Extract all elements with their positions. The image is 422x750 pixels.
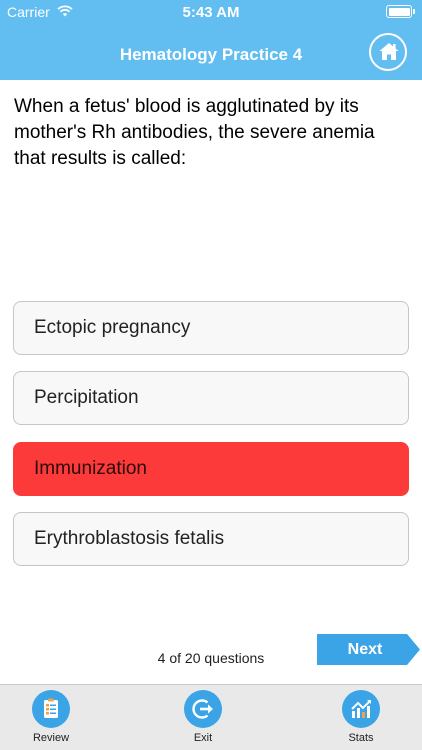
home-icon	[379, 43, 399, 60]
battery-icon	[386, 5, 415, 18]
answer-option-1[interactable]: Ectopic pregnancy	[13, 301, 409, 355]
stats-chart-icon	[342, 690, 380, 728]
review-clipboard-icon	[32, 690, 70, 728]
tab-stats[interactable]: Stats	[321, 685, 401, 750]
exit-icon	[184, 690, 222, 728]
next-button-label: Next	[347, 641, 383, 658]
status-time: 5:43 AM	[182, 4, 240, 21]
nav-header: Carrier 5:43 AM Hematology Practice 4	[0, 0, 422, 80]
status-bar: Carrier 5:43 AM	[0, 0, 422, 24]
tab-bar: Review Exit Stats	[0, 684, 422, 750]
tab-stats-label: Stats	[348, 732, 374, 744]
next-button[interactable]: Next	[317, 634, 420, 665]
tab-exit[interactable]: Exit	[163, 685, 243, 750]
home-button[interactable]	[369, 33, 407, 71]
tab-review-label: Review	[32, 732, 70, 744]
answer-option-3-selected[interactable]: Immunization	[13, 442, 409, 496]
tab-review[interactable]: Review	[11, 685, 91, 750]
question-text: When a fetus' blood is agglutinated by i…	[14, 96, 375, 169]
answer-option-4[interactable]: Erythroblastosis fetalis	[13, 512, 409, 566]
page-title: Hematology Practice 4	[119, 45, 303, 64]
tab-exit-label: Exit	[193, 732, 213, 744]
answer-option-2[interactable]: Percipitation	[13, 371, 409, 425]
